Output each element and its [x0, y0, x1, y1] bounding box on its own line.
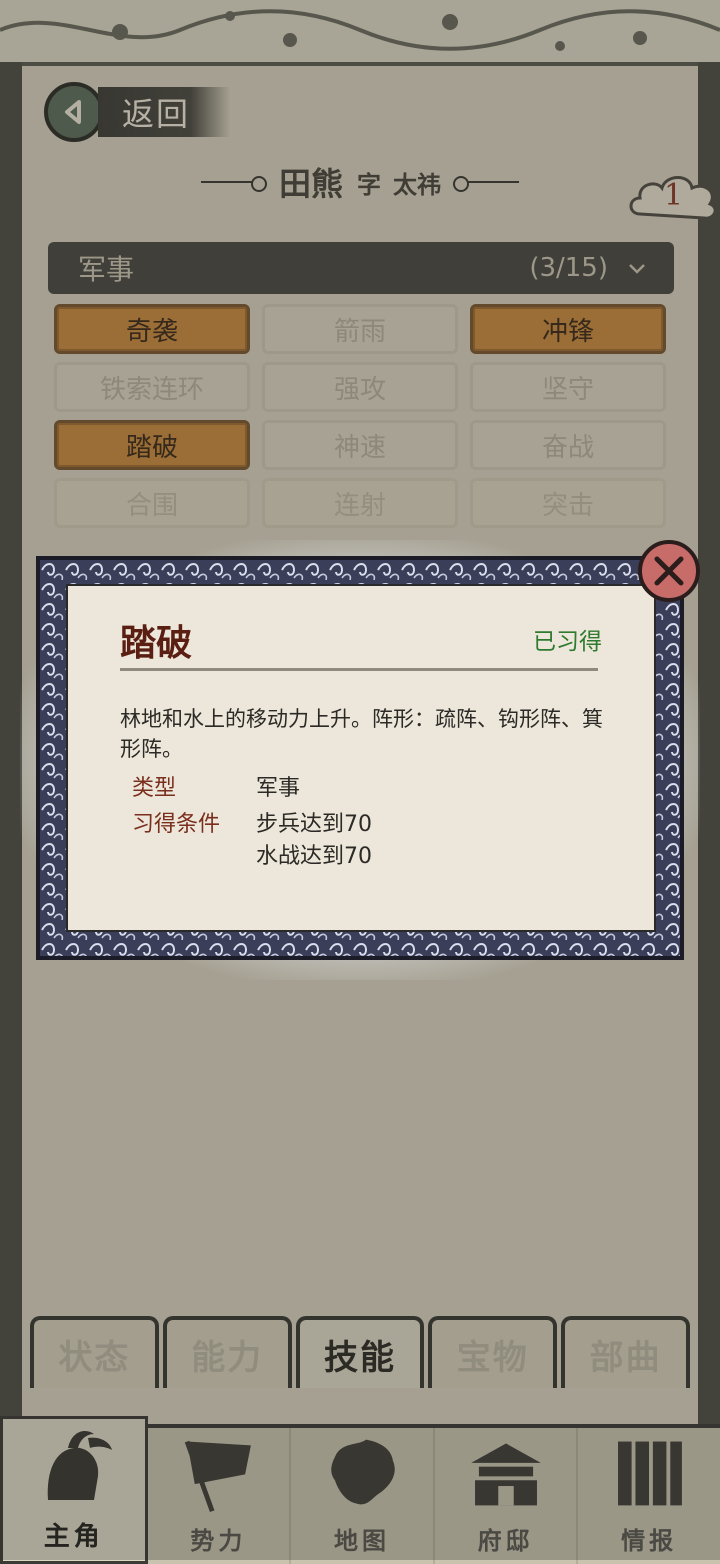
- learned-status: 已习得: [533, 629, 602, 655]
- type-label: 类型: [132, 776, 177, 801]
- requirement-value-1: 步兵达到70: [256, 812, 372, 837]
- title-divider: [120, 668, 598, 671]
- requirement-label: 习得条件: [132, 812, 221, 837]
- modal-content: 踏破 已习得 林地和水上的移动力上升。阵形：疏阵、钩形阵、箕形阵。 类型 军事 习…: [36, 556, 684, 960]
- type-row: 类型 军事: [132, 770, 300, 802]
- type-value: 军事: [256, 776, 301, 801]
- close-button[interactable]: [638, 540, 700, 602]
- requirement-value-2: 水战达到70: [256, 844, 372, 869]
- skill-title: 踏破: [120, 623, 193, 664]
- skill-description: 林地和水上的移动力上升。阵形：疏阵、钩形阵、箕形阵。: [120, 707, 603, 761]
- requirement-row-2: 水战达到70: [132, 838, 372, 870]
- requirement-row: 习得条件 步兵达到70: [132, 806, 372, 838]
- close-icon: [654, 556, 684, 586]
